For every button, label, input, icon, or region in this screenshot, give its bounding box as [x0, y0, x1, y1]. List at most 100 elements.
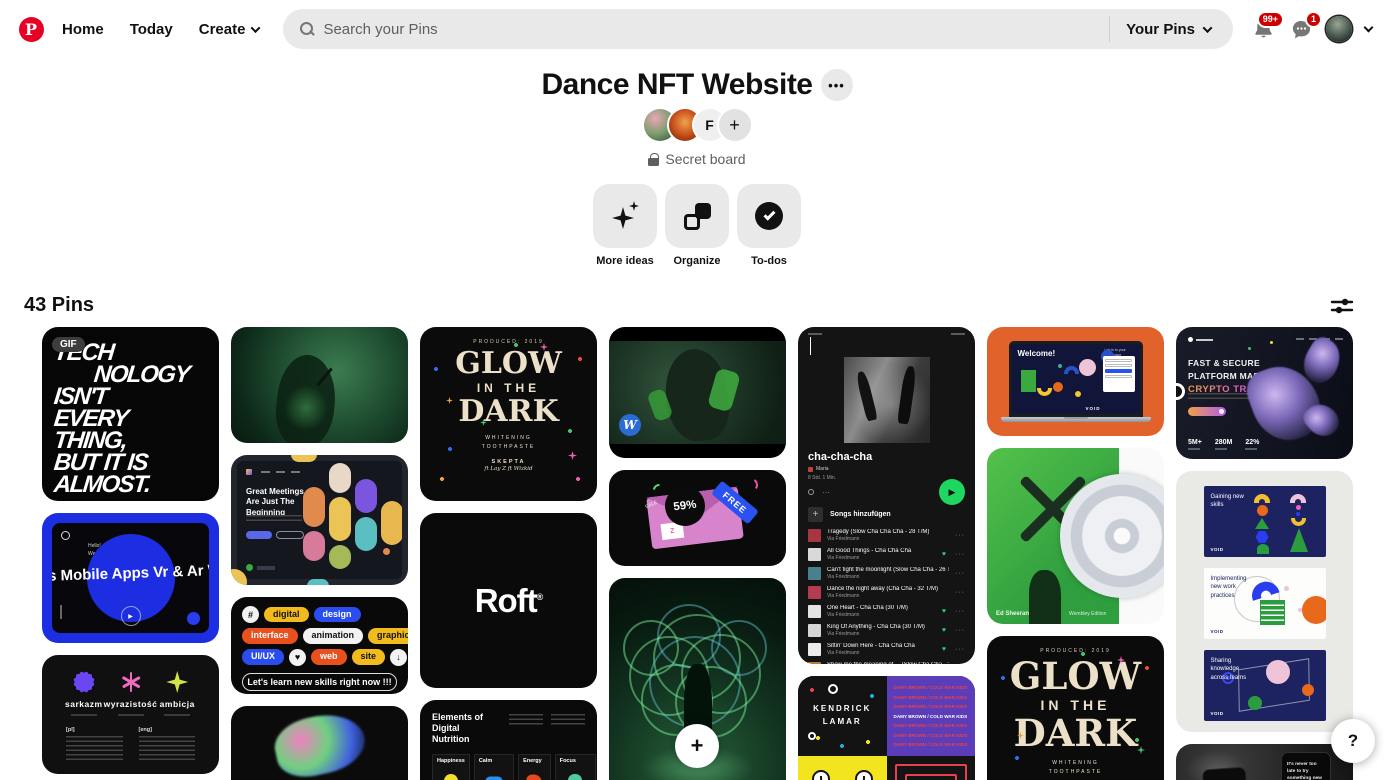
pin-discount-voucher[interactable]: Z 59% FREE SALE — [609, 470, 786, 566]
blue-arc — [1064, 366, 1079, 374]
grid-column: FAST & SECURE PLATFORM MADE FOR CRYPTO T… — [1176, 327, 1353, 780]
board-actions: More ideas Organize To-dos — [0, 184, 1394, 267]
pin-roft-logo[interactable]: Roft® — [420, 513, 597, 688]
add-pin-fab[interactable]: + — [675, 724, 719, 768]
login-button — [1105, 369, 1132, 373]
pin-digital-nutrition[interactable]: Elements ofDigital Nutrition Happiness C… — [420, 700, 597, 780]
nav-home[interactable]: Home — [50, 9, 116, 49]
metz-poster: METZ — [887, 756, 976, 780]
decor — [71, 714, 97, 716]
word-paragraphs: [pl] [eng] — [54, 727, 207, 762]
pin-singer-photo[interactable] — [231, 327, 408, 443]
play-icon: ▶ — [121, 606, 141, 626]
pinterest-board-page: P Home Today Create Your Pins 99+ 1 Danc… — [0, 0, 1394, 780]
board-more-button[interactable]: ••• — [821, 69, 853, 101]
text-placeholder — [66, 736, 123, 762]
pin-parade-blob[interactable]: PARADE — [231, 706, 408, 780]
logo-placeholder — [1188, 337, 1213, 342]
login-card — [1103, 356, 1135, 392]
liked-icon: ♥ — [942, 646, 946, 653]
portrait-pill — [355, 479, 377, 513]
pin-spotify-playlist[interactable]: cha-cha-cha Maria 8 Std. 1 Min. ··· ▶ + … — [798, 327, 975, 664]
pin-ed-sheeran-album[interactable]: Ed Sheeran Wembley Edition — [987, 448, 1164, 624]
add-collaborator-button[interactable]: + — [719, 109, 751, 141]
nav-home-label: Home — [62, 21, 104, 38]
glow — [284, 385, 328, 431]
nav-create[interactable]: Create — [187, 9, 272, 49]
todos-button[interactable]: To-dos — [737, 184, 801, 267]
notifications-button[interactable]: 99+ — [1245, 11, 1281, 47]
portrait-pill — [329, 545, 351, 569]
button-placeholder — [276, 531, 304, 539]
pin-skill-tags[interactable]: # digital design interface animation gra… — [231, 597, 408, 694]
playlist-cover — [844, 357, 930, 443]
confetti — [743, 477, 759, 493]
decor — [164, 714, 190, 716]
help-button[interactable]: ? — [1331, 719, 1375, 763]
agency-ticker: s Mobile Apps Vr & Ar Wel — [52, 562, 209, 585]
messages-button[interactable]: 1 — [1283, 11, 1319, 47]
portrait-pill — [329, 497, 351, 541]
search-bar[interactable]: Your Pins — [283, 9, 1233, 49]
word-item: ambicja — [156, 670, 200, 716]
decor-blob — [307, 579, 329, 585]
pin-welcome-laptop[interactable]: Welcome! Log in to your workspace VOI — [987, 327, 1164, 436]
chevron-down-icon[interactable] — [1364, 23, 1374, 33]
kendrick-poster: KENDRICKLAMAR — [798, 676, 887, 756]
pin-digital-agency[interactable]: Hello! We are The Digital Agency s Mobil… — [42, 513, 219, 643]
profile-button[interactable] — [1321, 11, 1357, 47]
phone-mockup — [1202, 767, 1250, 780]
tag-pill: graphic — [368, 628, 408, 644]
song-row: Tragedy (Slow Cha Cha Cha - 28 T/M)Via F… — [808, 526, 965, 545]
word-item: wyrazistość — [106, 670, 156, 716]
pin-word-shapes[interactable]: sarkazm wyrazistość ambicja — [42, 655, 219, 774]
pin-crypto-landing[interactable]: FAST & SECURE PLATFORM MADE FOR CRYPTO T… — [1176, 327, 1353, 459]
pinterest-logo[interactable]: P — [14, 12, 48, 46]
pin-glow-in-the-dark[interactable]: PRODUCED: 2019 GLOW IN THE DARK WHITENIN… — [420, 327, 597, 501]
tag-pill: design — [314, 607, 361, 623]
pins-count: 43 Pins — [24, 294, 94, 317]
grid-column: TECH NOLOGY ISN'T EVERY THING, BUT IT IS… — [42, 327, 219, 774]
chevron-down-icon — [251, 23, 261, 33]
skills-card: Implementing new work practices VOID — [1204, 568, 1326, 639]
green-rect — [1021, 370, 1036, 392]
asterisk-icon — [119, 670, 143, 694]
nav-today-label: Today — [130, 21, 173, 38]
pin-glow-in-the-dark[interactable]: PRODUCED: 2019 GLOW IN THE DARK WHITENIN… — [987, 636, 1164, 780]
organize-icon — [684, 203, 711, 230]
collaborators: F + — [0, 109, 1394, 141]
sparkle-icon — [166, 671, 188, 693]
void-logo: VOID — [1086, 406, 1101, 411]
nav-today[interactable]: Today — [118, 9, 185, 49]
pin-technology-typography[interactable]: TECH NOLOGY ISN'T EVERY THING, BUT IT IS… — [42, 327, 219, 501]
more-ideas-button[interactable]: More ideas — [593, 184, 657, 267]
laptop-mockup: Welcome! Log in to your workspace VOI — [1009, 341, 1143, 422]
skills-card: Gaining new skills VOID — [1204, 486, 1326, 557]
pin-festival-posters[interactable]: KENDRICKLAMAR DAMY BROWN / COLD WAR KIDS… — [798, 676, 975, 780]
pins-bar: 43 Pins — [0, 267, 1394, 327]
search-icon — [299, 21, 315, 37]
person-icon — [808, 489, 814, 495]
liked-icon: ♥ — [942, 551, 946, 558]
filter-sliders-icon[interactable] — [1330, 296, 1354, 316]
grid-column: PRODUCED: 2019 GLOW IN THE DARK WHITENIN… — [420, 327, 597, 780]
play-button: ▶ — [939, 479, 965, 505]
grid-column: cha-cha-cha Maria 8 Std. 1 Min. ··· ▶ + … — [798, 327, 975, 780]
todos-tile — [737, 184, 801, 248]
pin-skills-cards[interactable]: Gaining new skills VOID Implementing new… — [1176, 471, 1353, 732]
tag-pill: interface — [242, 628, 298, 644]
figure — [1029, 570, 1061, 624]
pin-phones-smoke[interactable]: It's never too late to try something new — [1176, 744, 1353, 780]
words-row: sarkazm wyrazistość ambicja — [54, 670, 207, 716]
portrait-pill — [381, 501, 402, 545]
board-header: Dance NFT Website ••• F + Secret board M… — [0, 58, 1394, 267]
pin-music-video[interactable]: W — [609, 327, 786, 458]
blob — [485, 776, 502, 780]
secret-board-row: Secret board — [0, 151, 1394, 167]
logo-icon — [246, 469, 252, 475]
search-input[interactable] — [323, 21, 1109, 38]
your-pins-dropdown[interactable]: Your Pins — [1109, 16, 1227, 42]
organize-button[interactable]: Organize — [665, 184, 729, 267]
pin-meetings-landing[interactable]: Great Meetings Are Just The Beginning — [231, 455, 408, 585]
button-placeholder — [246, 531, 272, 539]
